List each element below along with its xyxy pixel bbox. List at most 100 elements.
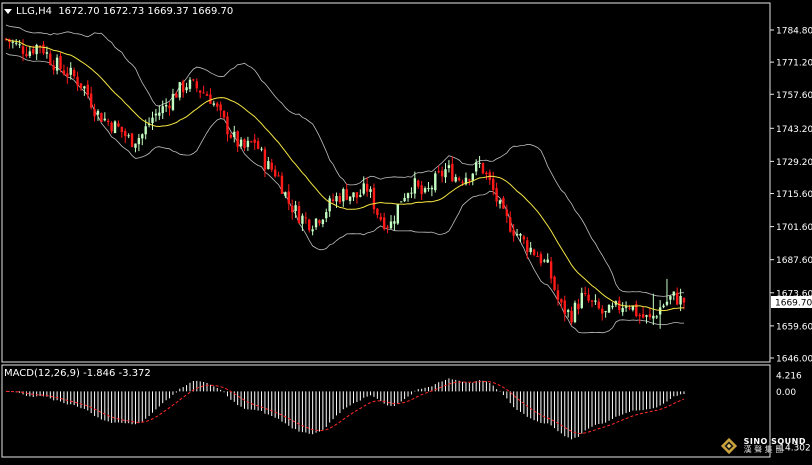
- candle-body: [553, 276, 556, 290]
- candle-body: [250, 141, 253, 143]
- candle-body: [93, 109, 96, 117]
- candle-body: [246, 140, 250, 147]
- candle-body: [560, 299, 563, 303]
- price-tick-label: 1757.60: [776, 91, 812, 101]
- price-chart[interactable]: 1784.80 1771.20 1757.60 1743.20 1729.20 1715.…: [0, 0, 812, 461]
- candle-body: [151, 117, 154, 124]
- candle-body: [256, 141, 260, 149]
- candle-body: [509, 217, 512, 232]
- candle-body: [400, 201, 403, 203]
- candle-body: [321, 219, 325, 225]
- candle-body: [253, 139, 256, 143]
- candle-body: [345, 189, 348, 200]
- price-tick-label: 1659.60: [776, 322, 812, 332]
- candle-body: [158, 112, 161, 116]
- candle-body: [526, 240, 529, 253]
- candle-body: [171, 93, 175, 110]
- candle-body: [59, 56, 62, 70]
- candle-body: [144, 126, 147, 135]
- candle-body: [546, 259, 549, 263]
- candle-body: [461, 181, 464, 183]
- candle-body: [308, 219, 311, 231]
- candle-body: [549, 261, 553, 279]
- price-tick-label: 1784.80: [776, 27, 812, 37]
- candle-body: [577, 303, 580, 310]
- candle-body: [154, 113, 158, 116]
- candle-body: [314, 218, 318, 228]
- candle-body: [318, 220, 321, 224]
- candle-body: [348, 196, 352, 201]
- candle-body: [474, 162, 478, 172]
- chart-header: LLG,H4 1672.70 1672.73 1669.37 1669.70: [4, 6, 233, 17]
- candle-body: [386, 226, 389, 228]
- candle: [130, 132, 134, 148]
- candle-body: [284, 192, 287, 196]
- candle-body: [413, 178, 417, 194]
- chart-stage: 1784.80 1771.20 1757.60 1743.20 1729.20 1715.…: [0, 0, 812, 461]
- candle-body: [468, 179, 471, 181]
- candle-body: [631, 306, 635, 310]
- candle-body: [580, 292, 583, 308]
- candle-body: [447, 165, 451, 169]
- candle-body: [570, 310, 573, 323]
- candle-body: [597, 301, 601, 309]
- candle-body: [682, 297, 686, 303]
- candle-body: [342, 189, 345, 202]
- candle-body: [536, 256, 539, 258]
- candle-body: [103, 118, 107, 121]
- candle-body: [28, 51, 32, 56]
- candle-body: [440, 170, 444, 177]
- candle-body: [110, 122, 113, 132]
- candle-body: [304, 217, 308, 219]
- candle-body: [66, 73, 69, 77]
- candle-body: [362, 183, 365, 194]
- candle-body: [522, 236, 526, 240]
- symbol-label: LLG,H4: [16, 6, 52, 17]
- candle-body: [645, 315, 648, 317]
- candle-body: [267, 161, 270, 170]
- candle-body: [498, 200, 502, 204]
- candle-body: [478, 162, 481, 164]
- candle-body: [113, 121, 117, 134]
- menu-triangle-icon[interactable]: [4, 8, 12, 14]
- candle-body: [219, 104, 222, 111]
- candle-body: [243, 139, 246, 149]
- price-tick-label: 1771.20: [776, 59, 812, 69]
- candle-body: [624, 306, 628, 308]
- candle-body: [369, 189, 372, 192]
- candle-body: [410, 192, 413, 194]
- candle-body: [100, 113, 103, 122]
- candle: [607, 304, 611, 313]
- candle-body: [457, 178, 461, 181]
- candle-body: [665, 301, 669, 305]
- candle-body: [655, 316, 658, 318]
- candle-body: [512, 230, 515, 236]
- candle-body: [662, 305, 665, 308]
- candle-body: [107, 120, 110, 123]
- candle-body: [290, 205, 294, 213]
- candle: [553, 275, 556, 292]
- candle-body: [423, 188, 427, 193]
- candle-body: [76, 76, 79, 86]
- candle-body: [273, 169, 277, 177]
- candle-body: [134, 143, 137, 148]
- candle-body: [72, 70, 76, 77]
- candle-body: [675, 292, 679, 305]
- candle-body: [52, 65, 55, 70]
- candle-body: [212, 103, 216, 105]
- candle-body: [21, 46, 25, 54]
- candle-body: [539, 254, 543, 264]
- candle-body: [563, 300, 566, 314]
- candle-body: [607, 305, 611, 313]
- candle-body: [331, 199, 335, 202]
- candle: [400, 201, 403, 203]
- candle-body: [382, 217, 386, 229]
- macd-header: MACD(12,26,9) -1.846 -3.372: [4, 368, 151, 379]
- candle-body: [621, 307, 624, 313]
- candle-body: [178, 82, 181, 98]
- candle-body: [294, 205, 297, 211]
- candle-body: [672, 291, 675, 296]
- candle-body: [188, 79, 192, 89]
- candle-body: [556, 290, 560, 300]
- candle-body: [55, 57, 59, 71]
